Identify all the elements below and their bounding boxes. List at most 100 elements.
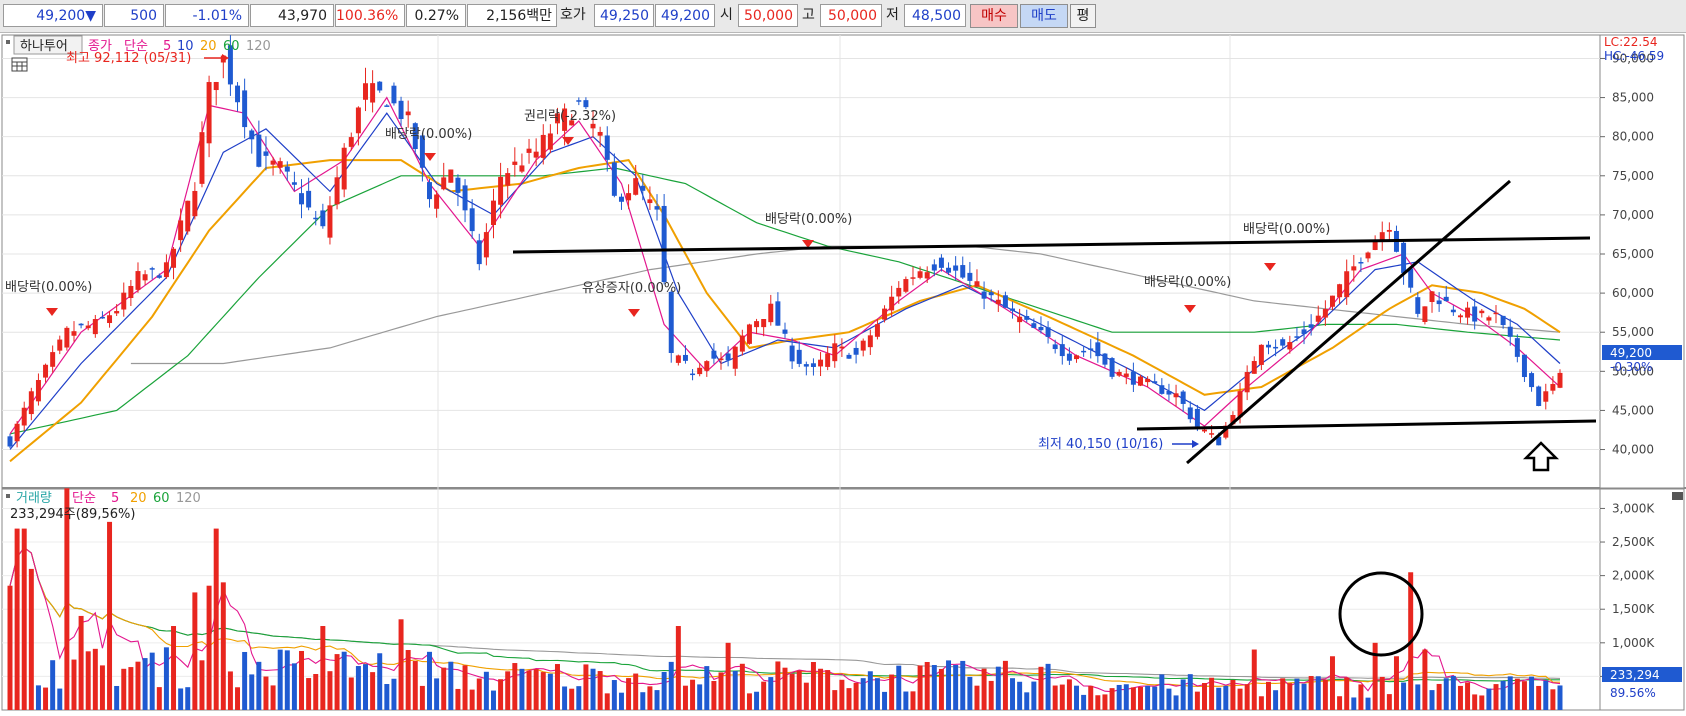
volume-bar[interactable] (1074, 685, 1080, 710)
volume-bar[interactable] (554, 664, 560, 710)
volume-bar[interactable] (334, 654, 340, 710)
volume-bar[interactable] (1294, 678, 1300, 710)
volume-bar[interactable] (469, 689, 475, 710)
volume-bar[interactable] (697, 684, 703, 710)
volume-bar[interactable] (192, 592, 198, 710)
volume-bar[interactable] (611, 680, 617, 710)
volume-bar[interactable] (263, 676, 269, 710)
volume-bar[interactable] (1152, 686, 1158, 710)
volume-bar[interactable] (1244, 684, 1250, 710)
volume-bar[interactable] (405, 650, 411, 710)
volume-bar[interactable] (917, 665, 923, 710)
volume-bar[interactable] (1202, 683, 1207, 710)
volume-bar[interactable] (35, 685, 41, 710)
volume-bar[interactable] (299, 650, 305, 710)
volume-bar[interactable] (1507, 676, 1513, 710)
volume-bar[interactable] (1265, 681, 1271, 710)
candle[interactable] (391, 82, 397, 106)
volume-bar[interactable] (647, 686, 653, 710)
volume-bar[interactable] (754, 691, 760, 710)
volume-bar[interactable] (28, 568, 34, 710)
volume-bar[interactable] (370, 672, 376, 710)
volume-bar[interactable] (1017, 681, 1023, 710)
candle[interactable] (746, 323, 752, 345)
volume-bar[interactable] (839, 679, 845, 710)
volume-bar[interactable] (206, 585, 212, 710)
volume-bar[interactable] (1081, 694, 1087, 710)
volume-bar[interactable] (1187, 674, 1193, 710)
volume-bar[interactable] (1365, 697, 1371, 710)
volume-bar[interactable] (1109, 688, 1115, 710)
volume-bar[interactable] (604, 693, 610, 710)
volume-bar[interactable] (498, 679, 504, 710)
volume-bar[interactable] (1429, 690, 1435, 710)
volume-bar[interactable] (718, 672, 724, 710)
volume-bar[interactable] (739, 663, 745, 710)
volume-bar[interactable] (178, 688, 184, 710)
volume-bar[interactable] (490, 690, 496, 710)
volume-bar[interactable] (107, 521, 113, 710)
stock-name[interactable]: 하나투어 (20, 39, 68, 54)
volume-bar[interactable] (668, 661, 674, 710)
volume-bar[interactable] (391, 678, 397, 710)
calendar-icon[interactable] (11, 57, 28, 72)
volume-bar[interactable] (71, 659, 77, 710)
volume-bar[interactable] (882, 691, 888, 710)
volume-bar[interactable] (1223, 685, 1229, 710)
volume-bar[interactable] (775, 661, 781, 710)
volume-bar[interactable] (796, 670, 802, 710)
volume-bar[interactable] (889, 674, 895, 710)
volume-bar[interactable] (1308, 676, 1314, 710)
candle[interactable] (341, 143, 347, 198)
volume-bar[interactable] (1422, 649, 1428, 710)
stock-chart-svg[interactable]: 40,00045,00050,00055,00060,00065,00070,0… (0, 33, 1686, 712)
volume-bar[interactable] (1031, 681, 1037, 710)
volume-bar[interactable] (284, 650, 290, 710)
volume-bar[interactable] (789, 673, 795, 710)
volume-bar[interactable] (853, 682, 859, 710)
volume-bar[interactable] (761, 681, 767, 710)
volume-bar[interactable] (1401, 682, 1407, 710)
volume-bar[interactable] (1493, 684, 1499, 710)
volume-bar[interactable] (1287, 683, 1293, 710)
volume-bar[interactable] (818, 668, 824, 710)
volume-bar[interactable] (1486, 688, 1492, 710)
volume-bar[interactable] (78, 615, 84, 710)
volume-bar[interactable] (924, 661, 930, 710)
volume-bar[interactable] (1052, 685, 1058, 710)
volume-bar[interactable] (1344, 677, 1350, 710)
volume-bar[interactable] (483, 671, 489, 710)
candle[interactable] (185, 200, 191, 235)
volume-bar[interactable] (1479, 695, 1485, 710)
volume-bar[interactable] (149, 652, 155, 710)
volume-bar[interactable] (249, 674, 255, 710)
volume-bar[interactable] (562, 686, 568, 710)
volume-bar[interactable] (142, 658, 148, 710)
volume-bar[interactable] (21, 528, 27, 710)
volume-bar[interactable] (1500, 680, 1506, 710)
volume-bar[interactable] (235, 687, 241, 710)
volume-bar[interactable] (732, 670, 738, 710)
volume-bar[interactable] (874, 678, 880, 710)
volume-bar[interactable] (654, 690, 660, 710)
volume-bar[interactable] (711, 680, 717, 710)
volume-bar[interactable] (540, 672, 546, 710)
volume-bar[interactable] (156, 687, 162, 710)
volume-bar[interactable] (1358, 684, 1364, 710)
volume-bar[interactable] (270, 685, 276, 710)
volume-bar[interactable] (675, 626, 681, 710)
volume-bar[interactable] (327, 671, 333, 710)
volume-bar[interactable] (462, 665, 468, 710)
volume-bar[interactable] (953, 664, 959, 710)
volume-bar[interactable] (1010, 678, 1016, 710)
volume-bar[interactable] (448, 661, 454, 710)
volume-bar[interactable] (398, 619, 404, 710)
volume-bar[interactable] (185, 687, 191, 710)
volume-bar[interactable] (199, 660, 205, 710)
volume-bar[interactable] (1045, 663, 1051, 710)
volume-bar[interactable] (1088, 685, 1094, 710)
volume-bar[interactable] (782, 667, 788, 710)
volume-bar[interactable] (171, 626, 177, 710)
volume-bar[interactable] (419, 685, 425, 710)
volume-bar[interactable] (825, 670, 831, 710)
